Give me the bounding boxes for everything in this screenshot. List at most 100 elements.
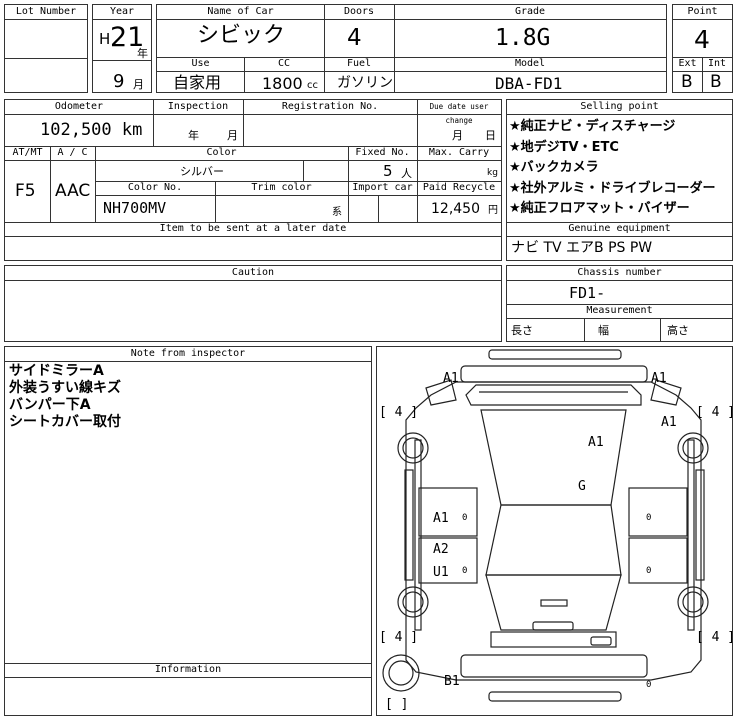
selling-point-item: ★純正ナビ・ディスチャージ (509, 119, 676, 134)
grade-label: Grade (514, 6, 546, 17)
inspector-notes-cell: Note from inspector サイドミラーA 外装うすい線キズ バンパ… (4, 346, 372, 716)
month-value: 9 (113, 71, 125, 92)
genuine-equipment: ナビ TV エアB PS PW (511, 240, 653, 256)
due-day-unit: 日 (485, 129, 496, 142)
selling-point-item: ★バックカメラ (509, 160, 599, 175)
car-damage-diagram: A1 A1 A1 A1 G A1 A2 U1 B1 [ 4 ] [ 4 ] [ … (379, 349, 732, 712)
selling-point-item: ★純正フロアマット・バイザー (509, 201, 690, 216)
lot-number-label: Lot Number (5, 5, 87, 20)
selling-point-cell: Selling point ★純正ナビ・ディスチャージ ★地デジTV・ETC ★… (506, 99, 733, 261)
tyre-label-rear-left: [ 4 ] (379, 630, 418, 645)
int-label: Int (707, 58, 727, 69)
mark-fender-right: A1 (661, 415, 677, 430)
mark-hood: A1 (588, 435, 604, 450)
fuel-label: Fuel (346, 58, 372, 69)
paid-recycle-unit: 円 (488, 205, 498, 216)
tyre-label-rear-right: [ 4 ] (696, 630, 732, 645)
mark-windshield: G (578, 479, 586, 494)
paid-recycle-label: Paid Recycle (422, 182, 496, 193)
inspector-notes-label: Note from inspector (5, 347, 371, 362)
windshield (480, 409, 627, 506)
front-bumper (460, 365, 648, 383)
inspection-year-unit: 年 (188, 129, 199, 142)
selling-point-item: ★地デジTV・ETC (509, 139, 619, 155)
model: DBA-FD1 (495, 74, 563, 93)
trim-suffix: 系 (332, 207, 342, 218)
lot-number-cell: Lot Number (4, 4, 88, 93)
paid-recycle: 12,450 (431, 201, 480, 217)
front-bumper-top (488, 349, 622, 360)
year-era: H (99, 30, 111, 48)
mark-mirror-left: A1 (443, 371, 459, 386)
max-carry-unit: kg (487, 168, 498, 178)
color-no: NH700MV (103, 199, 167, 217)
max-carry-label: Max. Carry (428, 147, 490, 158)
zero-mark: 0 (462, 513, 467, 523)
later-date-label: Item to be sent at a later date (159, 223, 347, 234)
ext-label: Ext (678, 58, 697, 69)
measurement-width: 幅 (598, 324, 609, 337)
chassis-number: FD1- (569, 284, 606, 302)
fuel: ガソリン (337, 75, 393, 91)
details-block: Odometer Inspection Registration No. Due… (4, 99, 502, 261)
information-label: Information (154, 664, 222, 675)
int-grade: B (710, 72, 722, 92)
inspector-notes-list: サイドミラーA 外装うすい線キズ バンパー下A シートカバー取付 (9, 363, 121, 431)
cc-label: CC (277, 58, 291, 69)
measurement-height: 高さ (667, 324, 689, 337)
mark-door-left-rear-1: A2 (433, 542, 449, 557)
rear-bumper (460, 654, 648, 678)
registration-label: Registration No. (281, 101, 379, 112)
odometer: 102,500 km (40, 120, 143, 140)
mark-mirror-right: A1 (651, 371, 667, 386)
genuine-equipment-label: Genuine equipment (568, 223, 671, 234)
year-unit: 年 (137, 47, 148, 60)
inspection-label: Inspection (167, 101, 229, 112)
inspection-month-unit: 月 (227, 129, 238, 142)
selling-point-item: ★社外アルミ・ドライブレコーダー (509, 180, 716, 196)
fixed-no-label: Fixed No. (355, 147, 410, 158)
ac: AAC (55, 181, 91, 201)
cc: 1800 (262, 74, 303, 93)
selling-point-list: ★純正ナビ・ディスチャージ ★地デジTV・ETC ★バックカメラ ★社外アルミ・… (509, 117, 716, 220)
chassis-cell: Chassis number FD1- Measurement 長さ 幅 高さ (506, 265, 733, 342)
zero-mark: 0 (646, 566, 651, 576)
ac-label: A / C (57, 147, 88, 158)
grade: 1.8G (495, 25, 551, 51)
doors: 4 (347, 25, 362, 51)
month-unit: 月 (133, 78, 144, 91)
caution-label: Caution (5, 266, 501, 281)
mark-door-left-rear-2: U1 (433, 565, 449, 580)
car-details-cell: Name of Car Doors Grade シビック 4 1.8G Use … (156, 4, 667, 93)
inspector-note: 外装うすい線キズ (9, 380, 121, 396)
point: 4 (694, 25, 710, 54)
use: 自家用 (173, 73, 222, 92)
point-cell: Point 4 Ext Int B B (672, 4, 733, 93)
door-right-front (628, 487, 688, 537)
cc-unit: cc (307, 80, 318, 91)
name-of-car-label: Name of Car (207, 6, 274, 17)
inspector-note: サイドミラーA (9, 363, 104, 379)
selling-point-label: Selling point (507, 100, 732, 115)
atmt-label: AT/MT (12, 147, 43, 158)
hood-outline (465, 384, 642, 406)
year-label: Year (93, 5, 151, 20)
odometer-label: Odometer (54, 101, 104, 112)
inspector-note: シートカバー取付 (9, 414, 121, 430)
zero-mark: 0 (646, 680, 651, 690)
body-outline (405, 381, 702, 681)
chassis-label: Chassis number (507, 266, 732, 281)
fixed-no: 5 (383, 162, 393, 180)
atmt: F5 (15, 181, 36, 201)
point-label: Point (673, 5, 732, 20)
due-date-label: Due date user change (429, 102, 489, 125)
fixed-no-unit: 人 (401, 167, 412, 180)
roof (485, 504, 622, 576)
doors-label: Doors (343, 6, 375, 17)
due-month-unit: 月 (452, 129, 463, 142)
name-of-car: シビック (197, 23, 286, 48)
measurement-label: Measurement (586, 305, 653, 316)
measurement-length: 長さ (511, 324, 533, 337)
import-car-label: Import car (352, 182, 413, 193)
zero-mark: 0 (462, 566, 467, 576)
